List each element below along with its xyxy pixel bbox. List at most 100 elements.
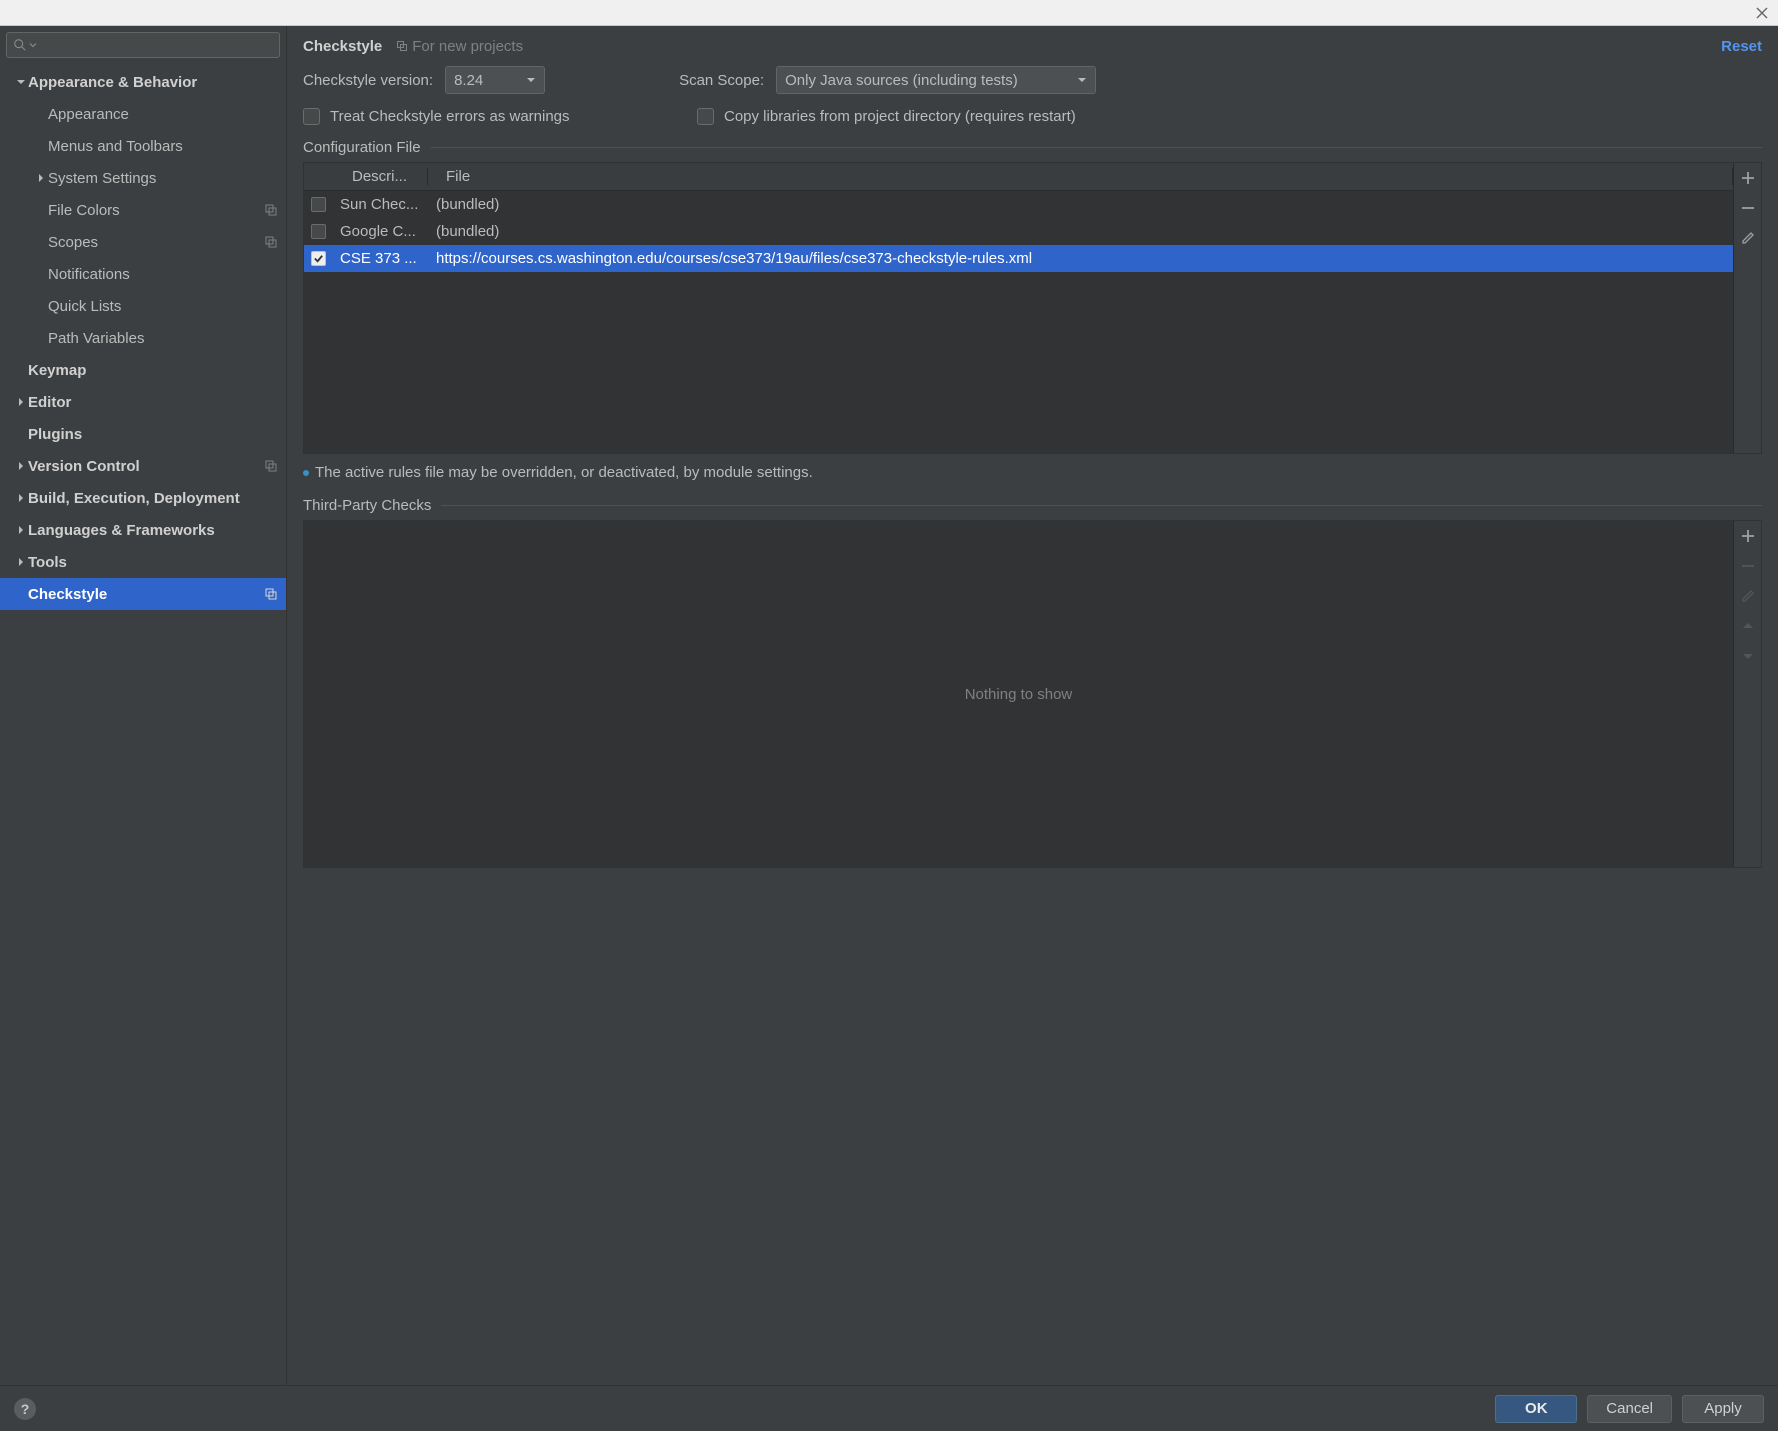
settings-tree[interactable]: Appearance & Behavior Appearance Menus and… — [0, 64, 286, 1385]
sidebar-item-system-settings[interactable]: System Settings — [0, 162, 286, 194]
sidebar-item-label: Languages & Frameworks — [28, 522, 278, 539]
empty-state: Nothing to show — [304, 521, 1733, 867]
settings-main-panel: Checkstyle For new projects Reset Checks… — [287, 26, 1778, 1385]
active-checkbox[interactable] — [311, 224, 326, 239]
column-description[interactable]: Descri... — [332, 168, 428, 185]
sidebar-item-version-control[interactable]: Version Control — [0, 450, 286, 482]
table-body[interactable]: Sun Chec...(bundled)Google C...(bundled)… — [304, 191, 1733, 453]
override-note: The active rules file may be overridden,… — [303, 464, 1762, 481]
cell-description: Sun Chec... — [332, 196, 428, 213]
sidebar-item-tools[interactable]: Tools — [0, 546, 286, 578]
sidebar-item-appearance-behavior[interactable]: Appearance & Behavior — [0, 66, 286, 98]
copy-libraries-checkbox[interactable]: Copy libraries from project directory (r… — [697, 108, 1076, 125]
help-button[interactable]: ? — [14, 1398, 36, 1420]
page-title: Checkstyle — [303, 38, 382, 55]
remove-button[interactable] — [1737, 197, 1759, 219]
apply-button[interactable]: Apply — [1682, 1395, 1764, 1423]
sidebar-item-label: System Settings — [48, 170, 278, 187]
cancel-button[interactable]: Cancel — [1587, 1395, 1672, 1423]
section-title: Configuration File — [303, 139, 421, 156]
version-select[interactable]: 8.24 — [445, 66, 545, 94]
edit-button[interactable] — [1737, 227, 1759, 249]
sidebar-item-label: Editor — [28, 394, 278, 411]
chevron-right-icon — [14, 525, 28, 535]
sidebar-item-keymap[interactable]: Keymap — [0, 354, 286, 386]
remove-button[interactable] — [1737, 555, 1759, 577]
copy-icon — [264, 459, 278, 473]
add-button[interactable] — [1737, 167, 1759, 189]
cell-description: CSE 373 ... — [332, 250, 428, 267]
sidebar-item-checkstyle[interactable]: Checkstyle — [0, 578, 286, 610]
page-subtitle: For new projects — [396, 38, 523, 55]
chevron-right-icon — [14, 557, 28, 567]
configuration-table: Descri... File Sun Chec...(bundled)Googl… — [303, 162, 1762, 454]
table-row[interactable]: Google C...(bundled) — [304, 218, 1733, 245]
sidebar-item-label: Menus and Toolbars — [48, 138, 278, 155]
sidebar-item-plugins[interactable]: Plugins — [0, 418, 286, 450]
table-header: Descri... File — [304, 163, 1733, 191]
scope-select[interactable]: Only Java sources (including tests) — [776, 66, 1096, 94]
ok-button[interactable]: OK — [1495, 1395, 1577, 1423]
sidebar-item-label: Plugins — [28, 426, 278, 443]
search-input[interactable] — [6, 32, 280, 58]
reset-link[interactable]: Reset — [1721, 38, 1762, 55]
chevron-down-icon — [14, 77, 28, 87]
sidebar-item-label: Notifications — [48, 266, 278, 283]
sidebar-item-appearance[interactable]: Appearance — [0, 98, 286, 130]
info-dot-icon — [303, 470, 309, 476]
sidebar-item-menus-and-toolbars[interactable]: Menus and Toolbars — [0, 130, 286, 162]
column-file[interactable]: File — [428, 168, 1733, 185]
sidebar-item-label: Tools — [28, 554, 278, 571]
active-checkbox[interactable] — [311, 251, 326, 266]
settings-dialog: Appearance & Behavior Appearance Menus and… — [0, 0, 1778, 1431]
sidebar-item-notifications[interactable]: Notifications — [0, 258, 286, 290]
sidebar-item-label: Quick Lists — [48, 298, 278, 315]
sidebar-item-file-colors[interactable]: File Colors — [0, 194, 286, 226]
active-checkbox[interactable] — [311, 197, 326, 212]
sidebar-item-editor[interactable]: Editor — [0, 386, 286, 418]
sidebar-item-build-execution-deployment[interactable]: Build, Execution, Deployment — [0, 482, 286, 514]
sidebar-item-label: Appearance — [48, 106, 278, 123]
sidebar-item-quick-lists[interactable]: Quick Lists — [0, 290, 286, 322]
table-row[interactable]: Sun Chec...(bundled) — [304, 191, 1733, 218]
chevron-right-icon — [14, 397, 28, 407]
chevron-down-icon — [526, 75, 536, 85]
sidebar-item-scopes[interactable]: Scopes — [0, 226, 286, 258]
chevron-right-icon — [14, 493, 28, 503]
sidebar-item-label: Scopes — [48, 234, 264, 251]
new-projects-icon — [396, 40, 408, 52]
cell-file: https://courses.cs.washington.edu/course… — [428, 250, 1733, 267]
copy-icon — [264, 203, 278, 217]
move-down-button[interactable] — [1737, 645, 1759, 667]
move-up-button[interactable] — [1737, 615, 1759, 637]
copy-icon — [264, 235, 278, 249]
cell-description: Google C... — [332, 223, 428, 240]
edit-button[interactable] — [1737, 585, 1759, 607]
chevron-right-icon — [34, 173, 48, 183]
sidebar-item-label: File Colors — [48, 202, 264, 219]
third-party-list: Nothing to show — [303, 520, 1762, 868]
scope-label: Scan Scope: — [679, 72, 764, 89]
sidebar-item-languages-frameworks[interactable]: Languages & Frameworks — [0, 514, 286, 546]
third-party-section: Third-Party Checks Nothing to show — [303, 497, 1762, 868]
add-button[interactable] — [1737, 525, 1759, 547]
sidebar-item-label: Build, Execution, Deployment — [28, 490, 278, 507]
treat-as-warnings-checkbox[interactable]: Treat Checkstyle errors as warnings — [303, 108, 570, 125]
sidebar-item-path-variables[interactable]: Path Variables — [0, 322, 286, 354]
cell-file: (bundled) — [428, 196, 1733, 213]
chevron-down-icon — [29, 41, 37, 49]
section-title: Third-Party Checks — [303, 497, 431, 514]
sidebar-item-label: Keymap — [28, 362, 278, 379]
checkstyle-form: Checkstyle version: 8.24 Scan Scope: Onl… — [287, 66, 1778, 1385]
table-row[interactable]: CSE 373 ...https://courses.cs.washington… — [304, 245, 1733, 272]
dialog-content: Appearance & Behavior Appearance Menus and… — [0, 26, 1778, 1385]
window-titlebar — [0, 0, 1778, 26]
chevron-right-icon — [14, 461, 28, 471]
sidebar-item-label: Path Variables — [48, 330, 278, 347]
close-icon[interactable] — [1746, 0, 1778, 25]
chevron-down-icon — [1077, 75, 1087, 85]
copy-icon — [264, 587, 278, 601]
sidebar-item-label: Checkstyle — [28, 586, 264, 603]
sidebar-item-label: Appearance & Behavior — [28, 74, 278, 91]
configuration-file-section: Configuration File Descri... File Sun Ch… — [303, 139, 1762, 481]
